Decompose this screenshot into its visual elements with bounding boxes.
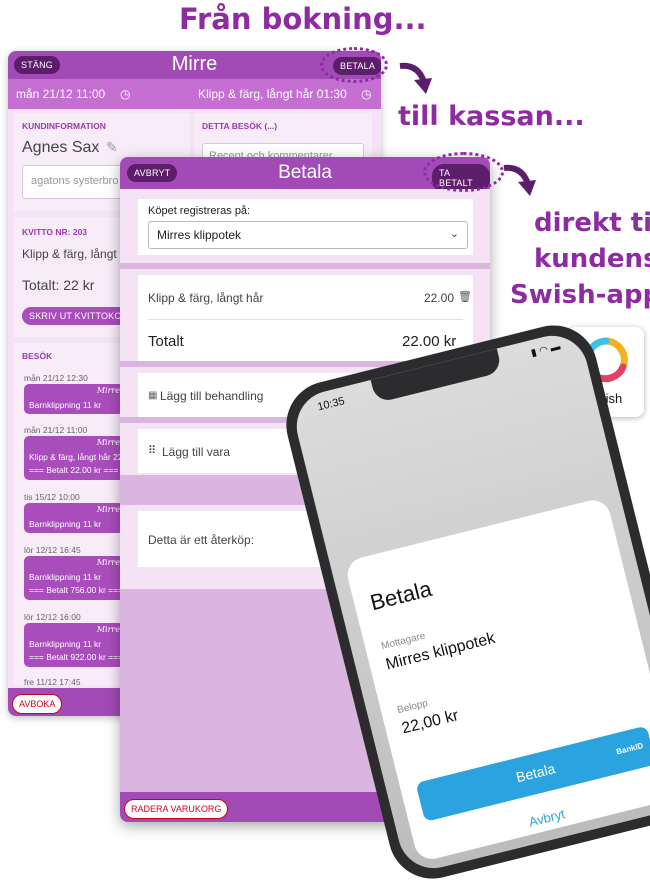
- register-card: Köpet registreras på: Mirres klippotek ⌄: [138, 199, 473, 255]
- clock-icon: ◷: [361, 87, 372, 101]
- cart-total-label: Totalt: [148, 333, 184, 350]
- cart-section: Klipp & färg, långt hår 22.00 🗑 Totalt 2…: [120, 269, 490, 361]
- visit-date: mån 21/12 11:00: [24, 425, 88, 435]
- treatment-icon: ▦: [148, 390, 158, 401]
- visit-date: tis 15/12 10:00: [24, 492, 80, 502]
- unbook-button[interactable]: AVBOKA: [12, 694, 63, 714]
- cart-item-name: Klipp & färg, långt hår: [148, 291, 264, 305]
- visit-date: fre 11/12 17:45: [24, 677, 81, 687]
- visit-card[interactable]: Mirre Barnklippning 11 kr: [24, 384, 124, 414]
- status-icons: ▮ ◠ ▬: [529, 341, 562, 360]
- visit-card[interactable]: Mirre Barnklippning 11 kr === Betalt 756…: [24, 556, 124, 600]
- register-select[interactable]: Mirres klippotek ⌄: [148, 221, 468, 249]
- return-label: Detta är ett återköp:: [148, 533, 255, 547]
- this-visit-label: DETTA BESÖK (...): [202, 121, 278, 131]
- pencil-icon[interactable]: ✎: [106, 139, 118, 156]
- register-label: Köpet registreras på:: [148, 205, 251, 217]
- visits-label: BESÖK: [22, 351, 53, 361]
- customer-name: Agnes Sax: [22, 139, 100, 156]
- caption-to-checkout: till kassan...: [398, 101, 585, 132]
- highlight-pay: [320, 47, 388, 83]
- booking-subheader: mån 21/12 11:00 ◷ Klipp & färg, långt hå…: [8, 79, 381, 109]
- swish-payment-sheet: Betala Mottagare Mirres klippotek Belopp…: [343, 496, 650, 863]
- clear-cart-button[interactable]: RADERA VARUKORG: [124, 799, 229, 819]
- cart-card: Klipp & färg, långt hår 22.00 🗑 Totalt 2…: [138, 275, 473, 361]
- sheet-title: Betala: [367, 575, 435, 616]
- status-time: 10:35: [316, 395, 346, 414]
- highlight-take-payment: [423, 152, 504, 192]
- caption-direct-line3: Swish-app: [510, 280, 650, 310]
- booking-date-time: mån 21/12 11:00: [16, 87, 106, 101]
- receipt-total: Totalt: 22 kr: [22, 277, 95, 293]
- booking-service-duration: Klipp & färg, långt hår 01:30: [198, 87, 347, 101]
- clock-icon: ◷: [120, 87, 131, 101]
- chevron-down-icon: ⌄: [449, 228, 459, 240]
- customer-info-label: KUNDINFORMATION: [22, 121, 106, 131]
- receipt-number: KVITTO NR: 203: [22, 227, 88, 237]
- caption-from-booking: Från bokning...: [179, 2, 427, 36]
- visit-date: lör 12/12 16:45: [24, 545, 81, 555]
- visit-date: mån 21/12 12:30: [24, 373, 88, 383]
- trash-icon[interactable]: 🗑: [458, 290, 472, 303]
- cart-total-value: 22.00 kr: [402, 333, 457, 350]
- grid-icon: ⠿: [148, 445, 157, 457]
- cart-item-price: 22.00: [424, 291, 455, 305]
- visit-card[interactable]: Mirre Klipp & färg, långt hår 22 === Bet…: [24, 436, 124, 480]
- visit-card[interactable]: Mirre Barnklippning 11 kr: [24, 503, 124, 533]
- register-section: Köpet registreras på: Mirres klippotek ⌄: [120, 189, 490, 263]
- caption-direct-line2: kundens: [534, 244, 650, 274]
- curved-arrow-icon: [399, 62, 432, 94]
- amount-label: Belopp: [396, 697, 430, 717]
- visit-date: lör 12/12 16:00: [24, 612, 81, 622]
- caption-direct-line1: direkt till: [534, 208, 650, 238]
- curved-arrow-icon: [503, 164, 536, 196]
- visit-card[interactable]: Mirre Barnklippning 11 kr === Betalt 922…: [24, 623, 124, 667]
